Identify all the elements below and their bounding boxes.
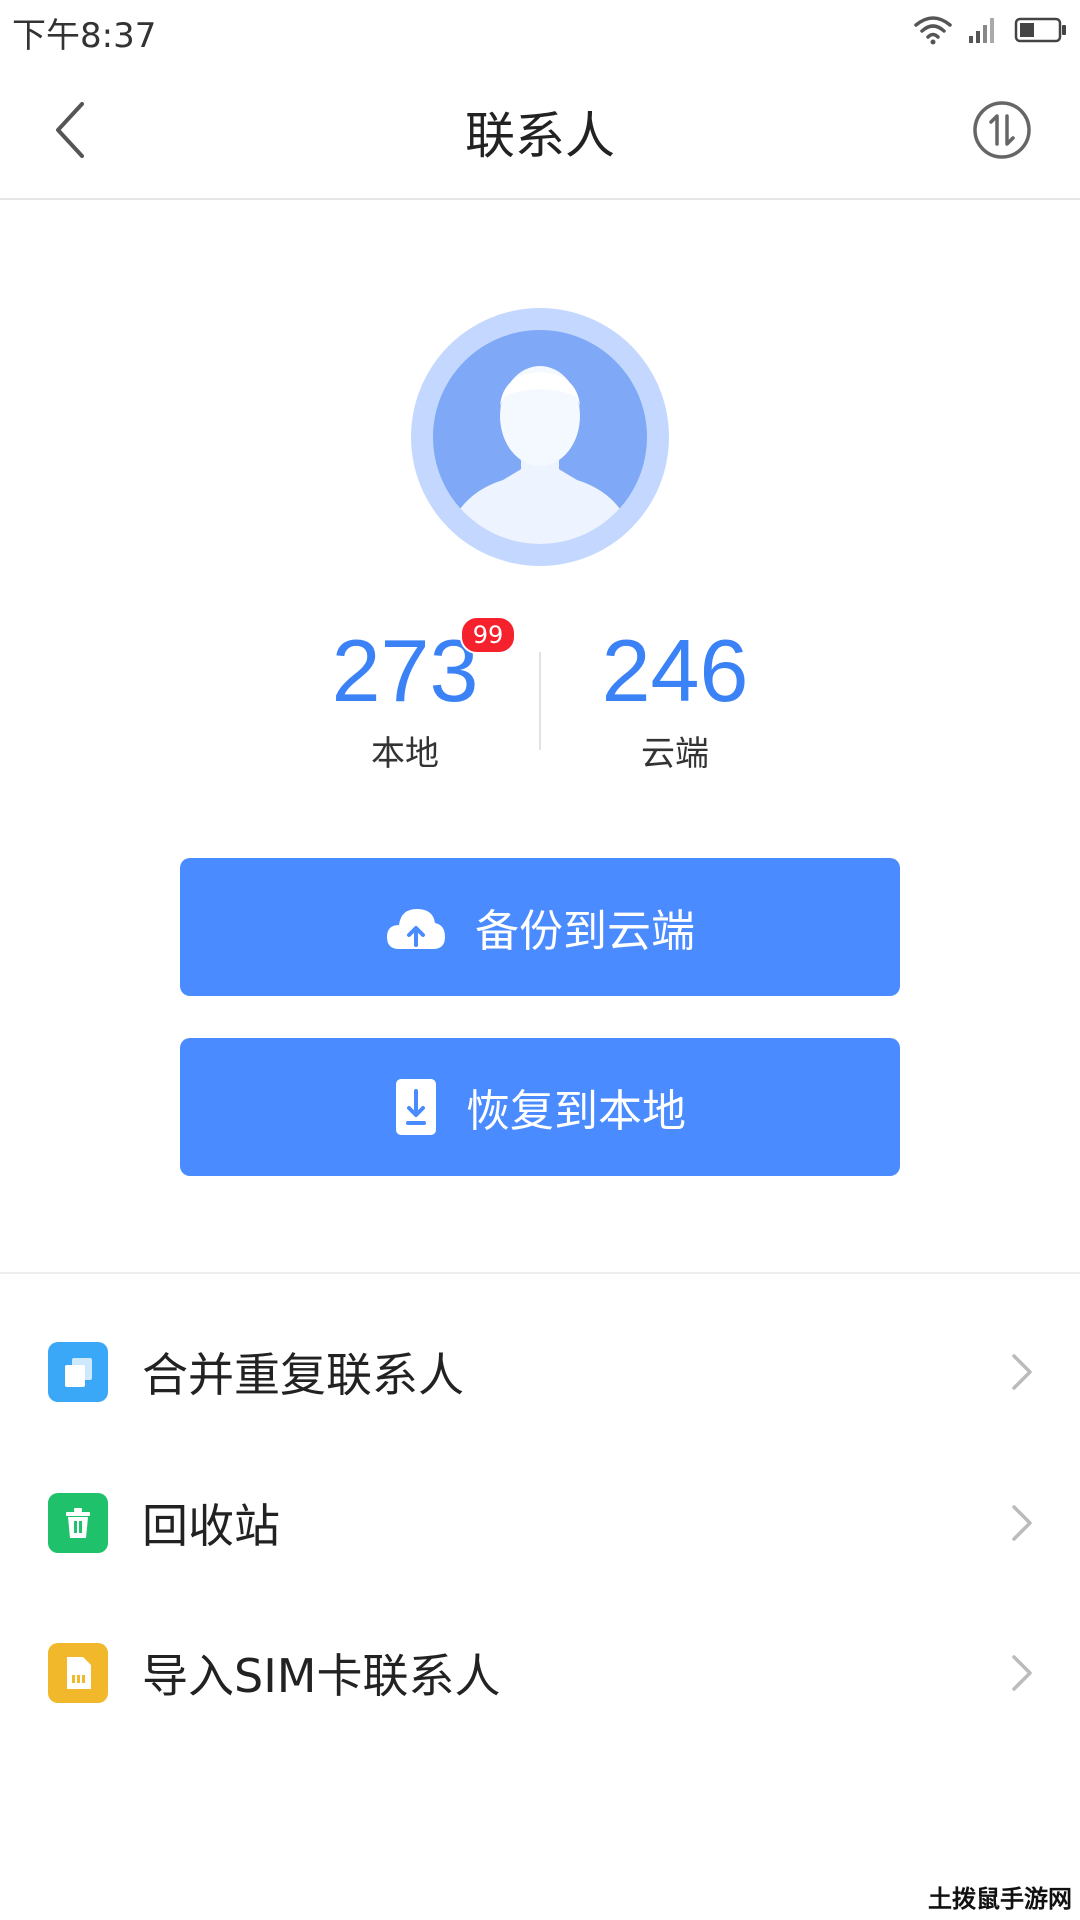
sync-arrows-icon — [973, 101, 1031, 159]
section-divider — [0, 1272, 1080, 1274]
list-item-recycle-bin[interactable]: 回收站 — [0, 1448, 1080, 1598]
local-label: 本地 — [371, 734, 439, 774]
restore-to-local-button[interactable]: 恢复到本地 — [180, 1038, 900, 1176]
status-bar: 下午8:37 — [0, 0, 1080, 62]
list-item-label: 导入SIM卡联系人 — [142, 1649, 501, 1703]
cloud-upload-icon — [387, 909, 445, 949]
backup-to-cloud-button[interactable]: 备份到云端 — [180, 858, 900, 996]
sync-button[interactable] — [972, 100, 1032, 160]
avatar — [411, 308, 669, 566]
status-icons — [914, 12, 1068, 48]
wifi-icon — [914, 16, 952, 45]
person-icon — [411, 308, 669, 566]
top-bar: 联系人 — [0, 62, 1080, 200]
merge-icon — [48, 1342, 108, 1402]
cloud-count[interactable]: 246 — [525, 620, 825, 722]
backup-label: 备份到云端 — [475, 906, 695, 957]
battery-icon — [1014, 17, 1066, 43]
list-item-label: 回收站 — [142, 1499, 280, 1553]
list-item-import-sim[interactable]: 导入SIM卡联系人 — [0, 1598, 1080, 1748]
chevron-right-icon — [1012, 1655, 1032, 1691]
local-badge: 99 — [460, 616, 516, 654]
chevron-right-icon — [1012, 1505, 1032, 1541]
trash-icon — [48, 1493, 108, 1553]
status-time: 下午8:37 — [12, 16, 157, 56]
cloud-label: 云端 — [641, 734, 709, 774]
watermark: 土拨鼠手游网 — [928, 1884, 1072, 1913]
page-title: 联系人 — [465, 107, 615, 165]
restore-label: 恢复到本地 — [466, 1086, 686, 1137]
phone-download-icon — [396, 1079, 436, 1135]
chevron-right-icon — [1012, 1354, 1032, 1390]
signal-icon — [969, 18, 994, 43]
list-item-label: 合并重复联系人 — [142, 1348, 464, 1402]
list-item-merge-duplicates[interactable]: 合并重复联系人 — [0, 1297, 1080, 1447]
sim-card-icon — [48, 1643, 108, 1703]
